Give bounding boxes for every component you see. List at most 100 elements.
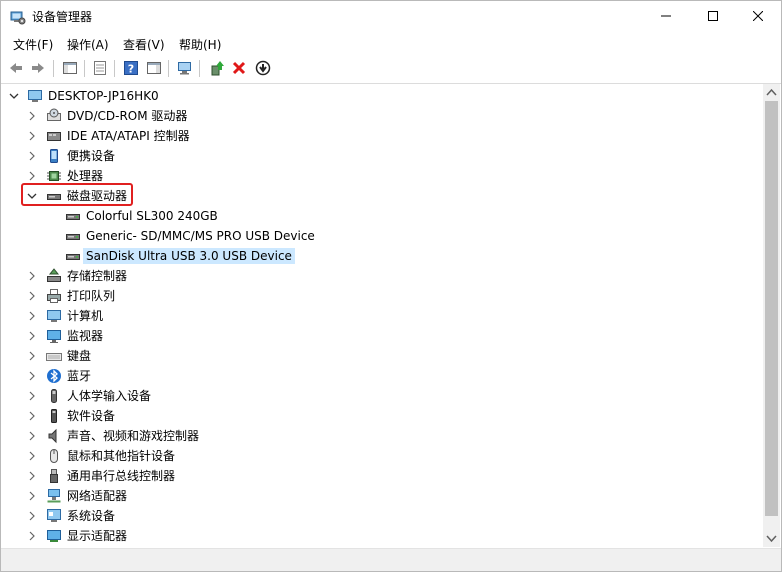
tree-item-label: 处理器: [67, 169, 104, 183]
tree-device[interactable]: Colorful SL300 240GB: [3, 206, 743, 226]
keyboard-icon: [46, 348, 62, 364]
tree-category[interactable]: 存储控制器: [3, 266, 743, 286]
tree-category[interactable]: 显示适配器: [3, 526, 743, 546]
menu-bar: 文件(F) 操作(A) 查看(V) 帮助(H): [1, 32, 781, 54]
device-tree[interactable]: DESKTOP-JP16HK0 DVD/CD-ROM 驱动器 IDE ATA/AT…: [3, 84, 763, 547]
chevron-right-icon[interactable]: [27, 371, 37, 381]
tree-category[interactable]: 通用串行总线控制器: [3, 466, 743, 486]
tree-category[interactable]: 系统设备: [3, 506, 743, 526]
chevron-right-icon[interactable]: [27, 171, 37, 181]
title-bar: 设备管理器: [1, 1, 781, 32]
tree-category[interactable]: 计算机: [3, 306, 743, 326]
action-pane-button[interactable]: [144, 58, 164, 78]
properties-button[interactable]: [90, 58, 110, 78]
forward-button[interactable]: [28, 58, 48, 78]
disk-icon: [65, 208, 81, 224]
delete-x-icon: [232, 61, 246, 75]
update-driver-button[interactable]: [207, 58, 227, 78]
tree-item-label: 存储控制器: [67, 269, 128, 283]
tree-category[interactable]: DVD/CD-ROM 驱动器: [3, 106, 743, 126]
tree-category[interactable]: 便携设备: [3, 146, 743, 166]
menu-view[interactable]: 查看(V): [121, 35, 167, 54]
chevron-right-icon[interactable]: [27, 471, 37, 481]
chevron-right-icon[interactable]: [27, 331, 37, 341]
tree-root[interactable]: DESKTOP-JP16HK0: [3, 86, 303, 106]
tree-item-label: 计算机: [67, 309, 104, 323]
software-device-icon: [46, 408, 62, 424]
maximize-button[interactable]: [690, 1, 736, 31]
device-manager-app-icon: [10, 9, 26, 25]
scroll-up-arrow-icon[interactable]: [763, 84, 780, 101]
hid-icon: [46, 388, 62, 404]
vertical-scroll-thumb[interactable]: [765, 101, 778, 516]
tree-category[interactable]: 打印队列: [3, 286, 743, 306]
tree-item-label: 便携设备: [67, 149, 116, 163]
chevron-right-icon[interactable]: [27, 351, 37, 361]
tree-category[interactable]: IDE ATA/ATAPI 控制器: [3, 126, 743, 146]
close-button[interactable]: [735, 1, 781, 31]
chevron-right-icon[interactable]: [27, 491, 37, 501]
toolbar-separator: [84, 60, 85, 77]
uninstall-device-button[interactable]: [229, 58, 249, 78]
printer-icon: [46, 288, 62, 304]
usb-icon: [46, 468, 62, 484]
status-bar: [1, 548, 781, 571]
chevron-right-icon[interactable]: [27, 131, 37, 141]
chevron-right-icon[interactable]: [27, 431, 37, 441]
chevron-right-icon[interactable]: [27, 511, 37, 521]
chevron-right-icon[interactable]: [27, 451, 37, 461]
menu-help[interactable]: 帮助(H): [177, 35, 223, 54]
tree-category[interactable]: 鼠标和其他指针设备: [3, 446, 743, 466]
chevron-down-icon[interactable]: [9, 91, 19, 101]
tree-device[interactable]: Generic- SD/MMC/MS PRO USB Device: [3, 226, 743, 246]
chevron-right-icon[interactable]: [27, 111, 37, 121]
system-device-icon: [46, 508, 62, 524]
back-button[interactable]: [6, 58, 26, 78]
action-pane-icon: [147, 62, 161, 74]
network-adapter-icon: [46, 488, 62, 504]
tree-category[interactable]: 软件设备: [3, 406, 743, 426]
toolbar-separator: [199, 60, 200, 77]
tree-root-label: DESKTOP-JP16HK0: [48, 89, 159, 103]
toolbar: ?: [1, 55, 781, 84]
mouse-icon: [46, 448, 62, 464]
menu-action[interactable]: 操作(A): [65, 35, 111, 54]
chevron-right-icon[interactable]: [27, 271, 37, 281]
minimize-button[interactable]: [643, 1, 689, 31]
bluetooth-icon: [46, 368, 62, 384]
help-button[interactable]: ?: [121, 58, 141, 78]
tree-item-label: 键盘: [67, 349, 92, 363]
computer-icon: [27, 88, 43, 104]
chevron-right-icon[interactable]: [27, 411, 37, 421]
tree-category[interactable]: 网络适配器: [3, 486, 743, 506]
vertical-scrollbar[interactable]: [763, 84, 780, 547]
tree-category[interactable]: 蓝牙: [3, 366, 743, 386]
show-hide-tree-button[interactable]: [60, 58, 80, 78]
scan-hardware-button[interactable]: [175, 58, 195, 78]
chevron-right-icon[interactable]: [27, 391, 37, 401]
disable-device-button[interactable]: [253, 58, 273, 78]
tree-category[interactable]: 声音、视频和游戏控制器: [3, 426, 743, 446]
tree-category[interactable]: 监视器: [3, 326, 743, 346]
tree-category[interactable]: 人体学输入设备: [3, 386, 743, 406]
close-icon: [753, 11, 763, 21]
tree-item-label: 蓝牙: [67, 369, 92, 383]
portable-device-icon: [46, 148, 62, 164]
chevron-right-icon[interactable]: [27, 151, 37, 161]
tree-item-label: Generic- SD/MMC/MS PRO USB Device: [86, 229, 315, 243]
toolbar-separator: [114, 60, 115, 77]
console-tree-icon: [63, 62, 77, 74]
ide-controller-icon: [46, 128, 62, 144]
chevron-right-icon[interactable]: [27, 311, 37, 321]
chevron-right-icon[interactable]: [27, 531, 37, 541]
window-title: 设备管理器: [32, 10, 93, 24]
help-icon: ?: [124, 61, 138, 76]
tree-item-label: 监视器: [67, 329, 104, 343]
menu-file[interactable]: 文件(F): [11, 35, 55, 54]
tree-category[interactable]: 键盘: [3, 346, 743, 366]
scroll-down-arrow-icon[interactable]: [763, 530, 780, 547]
chevron-right-icon[interactable]: [27, 291, 37, 301]
tree-device[interactable]: SanDisk Ultra USB 3.0 USB Device: [3, 246, 743, 266]
audio-icon: [46, 428, 62, 444]
scan-hardware-icon: [178, 62, 191, 75]
